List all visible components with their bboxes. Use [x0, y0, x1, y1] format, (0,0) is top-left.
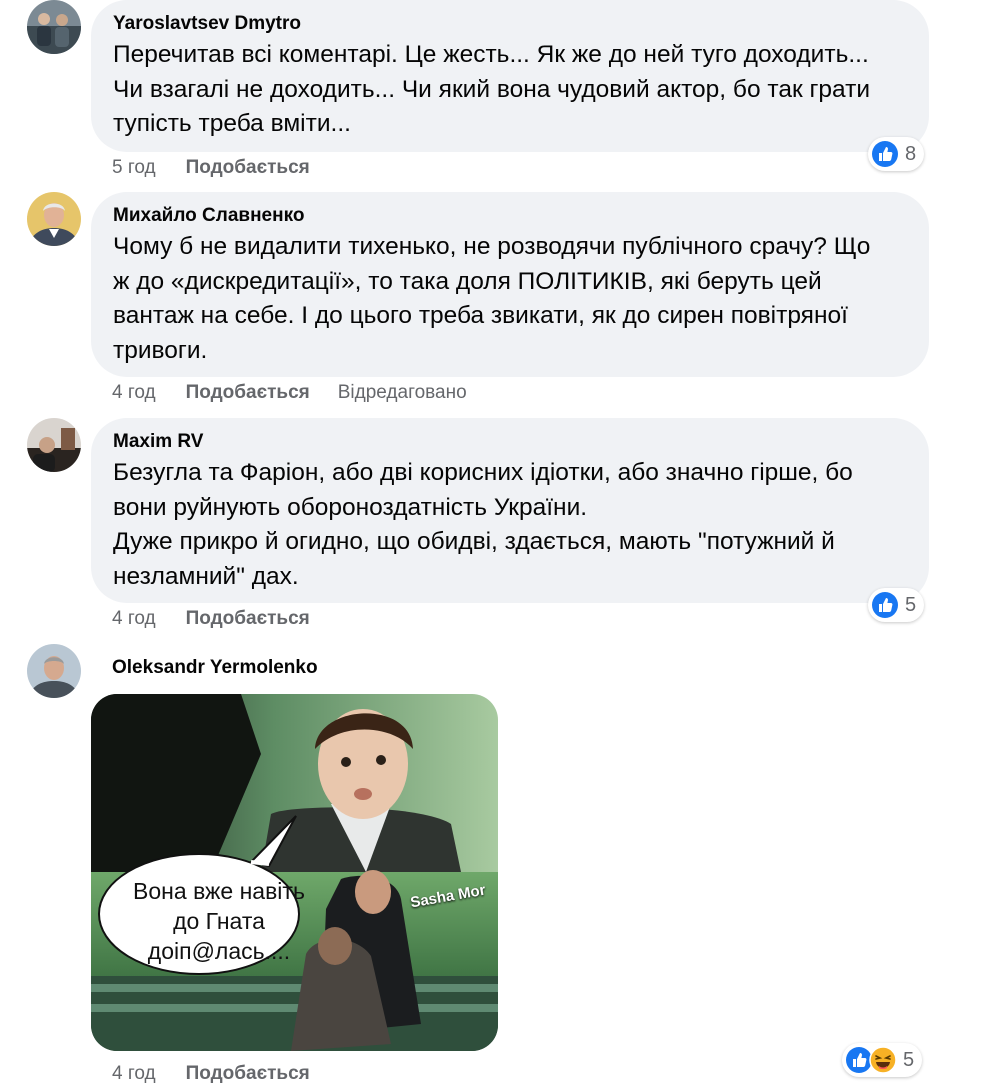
- reaction-summary[interactable]: 5: [842, 1043, 923, 1077]
- avatar-oleksandr-yermolenko[interactable]: [27, 644, 81, 698]
- avatar-mykhailo-slavnenko[interactable]: [27, 192, 81, 246]
- reaction-count: 5: [905, 593, 917, 616]
- like-button[interactable]: Подобається: [186, 1063, 310, 1085]
- comment-bubble: Yaroslavtsev Dmytro Перечитав всі комент…: [91, 0, 929, 152]
- comment-time[interactable]: 4 год: [112, 382, 156, 404]
- reaction-summary[interactable]: 5: [868, 588, 925, 622]
- speech-line: Вона вже навіть: [133, 878, 305, 904]
- comment-text: Перечитав всі коментарі. Це жесть... Як …: [113, 41, 871, 137]
- avatar-maxim-rv[interactable]: [27, 418, 81, 472]
- like-button[interactable]: Подобається: [186, 608, 310, 630]
- like-button[interactable]: Подобається: [186, 382, 310, 404]
- comment-author[interactable]: Yaroslavtsev Dmytro: [113, 12, 301, 36]
- comment-actions: 4 год Подобається Відредаговано: [112, 380, 467, 406]
- speech-bubble-caption: Вона вже навіть до Гната доіп@лась....: [113, 876, 325, 966]
- reaction-count: 8: [905, 142, 917, 165]
- speech-line: до Гната: [173, 908, 265, 934]
- reaction-count: 5: [903, 1048, 915, 1071]
- comment-time[interactable]: 5 год: [112, 157, 156, 179]
- comment-author-wrap: Oleksandr Yermolenko: [112, 656, 318, 680]
- comment-time[interactable]: 4 год: [112, 608, 156, 630]
- speech-line: доіп@лась....: [147, 938, 291, 964]
- comment-actions: 5 год Подобається: [112, 155, 338, 181]
- laughing-face-icon: [869, 1046, 897, 1074]
- comment-actions: 4 год Подобається: [112, 606, 338, 632]
- comment-author[interactable]: Maxim RV: [113, 430, 203, 454]
- meme-image[interactable]: [91, 694, 498, 1051]
- edited-label: Відредаговано: [337, 382, 467, 403]
- comment-author[interactable]: Михайло Славненко: [113, 204, 304, 228]
- like-button[interactable]: Подобається: [186, 157, 310, 179]
- comment-text: Безугла та Фаріон, або дві корисних ідіо…: [113, 459, 853, 590]
- like-icon: [872, 592, 898, 618]
- avatar-yaroslavtsev-dmytro[interactable]: [27, 0, 81, 54]
- reaction-summary[interactable]: 8: [868, 137, 925, 171]
- comment-text: Чому б не видалити тихенько, не розводяч…: [113, 233, 871, 364]
- comment-bubble: Maxim RV Безугла та Фаріон, або дві кори…: [91, 418, 929, 603]
- comment-bubble: Михайло Славненко Чому б не видалити тих…: [91, 192, 929, 377]
- comment-actions: 4 год Подобається: [112, 1061, 338, 1087]
- comment-author[interactable]: Oleksandr Yermolenko: [112, 656, 318, 680]
- comment-time[interactable]: 4 год: [112, 1063, 156, 1085]
- like-icon: [872, 141, 898, 167]
